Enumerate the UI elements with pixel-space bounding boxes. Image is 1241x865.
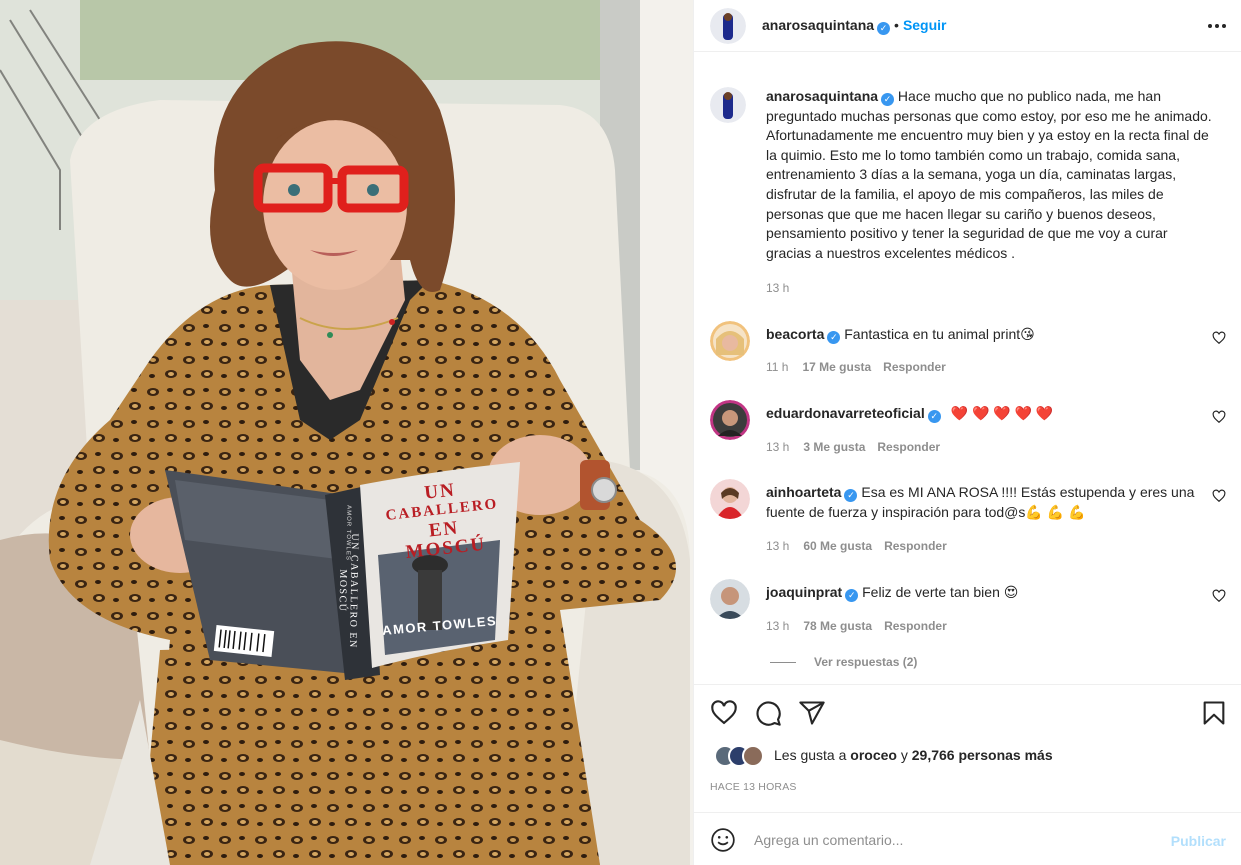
view-replies-line <box>770 661 796 663</box>
comment-content: beacorta ✓ Fantastica en tu animal print😘 <box>766 325 1206 345</box>
comment-item: ainhoarteta ✓ Esa es MI ANA ROSA !!!! Est… <box>694 479 1241 569</box>
comment-meta: 11 h 17 Me gusta Responder <box>766 360 958 374</box>
follow-button[interactable]: Seguir <box>903 17 947 33</box>
reply-button[interactable]: Responder <box>877 440 940 454</box>
like-comment-heart-icon[interactable] <box>1212 331 1226 345</box>
separator-dot: • <box>894 17 899 33</box>
post-caption: anarosaquintana ✓ Hace mucho que no publi… <box>766 87 1216 263</box>
comment-username[interactable]: beacorta <box>766 326 824 342</box>
comment-item: beacorta ✓ Fantastica en tu animal print😘… <box>694 321 1241 391</box>
comment-time[interactable]: 13 h <box>766 619 789 633</box>
comment-time[interactable]: 13 h <box>766 539 789 553</box>
view-replies-label: Ver respuestas (2) <box>814 655 918 669</box>
like-comment-heart-icon[interactable] <box>1212 410 1226 424</box>
reply-button[interactable]: Responder <box>884 539 947 553</box>
reply-button[interactable]: Responder <box>884 619 947 633</box>
comment-username[interactable]: joaquinprat <box>766 584 842 600</box>
comment-likes[interactable]: 3 Me gusta <box>803 440 865 454</box>
verified-badge-icon: ✓ <box>845 589 859 602</box>
commenter-avatar[interactable] <box>710 400 750 440</box>
view-replies-button[interactable]: Ver respuestas (2) <box>770 655 917 669</box>
likers-avatars[interactable] <box>714 745 770 769</box>
comment-item: eduardonavarreteoficial ✓ ❤️ ❤️ ❤️ ❤️ ❤️ … <box>694 400 1241 470</box>
caption-author-username[interactable]: anarosaquintana <box>766 88 878 104</box>
verified-badge-icon: ✓ <box>881 93 895 106</box>
commenter-avatar[interactable] <box>710 479 750 519</box>
share-send-icon[interactable] <box>798 699 826 727</box>
comment-username[interactable]: eduardonavarreteoficial <box>766 405 925 421</box>
comment-meta: 13 h 3 Me gusta Responder <box>766 440 952 454</box>
like-comment-heart-icon[interactable] <box>1212 589 1226 603</box>
comment-content: joaquinprat ✓ Feliz de verte tan bien 😍 <box>766 583 1206 603</box>
likes-prefix: Les gusta a <box>774 747 847 763</box>
comment-item: joaquinprat ✓ Feliz de verte tan bien 😍 1… <box>694 579 1241 679</box>
verified-badge-icon: ✓ <box>827 331 841 344</box>
comment-meta: 13 h 60 Me gusta Responder <box>766 539 959 553</box>
book-cover-title: UN CABALLERO EN MOSCÚ <box>374 475 511 564</box>
publish-button[interactable]: Publicar <box>1171 833 1226 849</box>
likes-count-link[interactable]: 29,766 personas más <box>912 747 1053 763</box>
comment-likes[interactable]: 17 Me gusta <box>802 360 871 374</box>
likes-summary: Les gusta a oroceo y 29,766 personas más <box>774 747 1053 763</box>
comment-time[interactable]: 11 h <box>766 360 788 374</box>
caption-author-avatar[interactable] <box>710 87 746 123</box>
comment-content: ainhoarteta ✓ Esa es MI ANA ROSA !!!! Est… <box>766 483 1206 522</box>
post-details-panel: anarosaquintana ✓ • Seguir anarosaquintana ✓… <box>693 0 1241 865</box>
comment-username[interactable]: ainhoarteta <box>766 484 841 500</box>
emoji-smiley-icon[interactable] <box>710 827 736 853</box>
comment-likes[interactable]: 78 Me gusta <box>803 619 872 633</box>
post-timestamp[interactable]: HACE 13 HORAS <box>710 781 797 793</box>
verified-badge-icon: ✓ <box>927 410 941 423</box>
more-options-icon[interactable] <box>1208 24 1226 28</box>
commenter-avatar[interactable] <box>710 579 750 619</box>
author-avatar[interactable] <box>710 8 746 44</box>
comment-time[interactable]: 13 h <box>766 440 789 454</box>
comment-content: eduardonavarreteoficial ✓ ❤️ ❤️ ❤️ ❤️ ❤️ <box>766 404 1206 424</box>
first-liker-username[interactable]: oroceo <box>850 747 897 763</box>
like-heart-icon[interactable] <box>710 699 738 727</box>
comment-input[interactable] <box>754 827 1154 853</box>
caption-time[interactable]: 13 h <box>766 281 789 295</box>
liker-avatar <box>742 745 764 767</box>
author-username[interactable]: anarosaquintana <box>762 17 874 33</box>
post-photo[interactable]: UN CABALLERO EN MOSCÚ AMOR TOWLES UN CAB… <box>0 0 693 865</box>
verified-badge-icon: ✓ <box>877 22 891 35</box>
comment-bubble-icon[interactable] <box>754 699 782 727</box>
post-actions: Les gusta a oroceo y 29,766 personas más… <box>694 684 1241 812</box>
likes-connector: y <box>900 747 908 763</box>
comment-text: Feliz de verte tan bien 😍 <box>862 584 1019 600</box>
save-bookmark-icon[interactable] <box>1200 699 1228 727</box>
book-spine-author: AMOR TOWLES <box>344 505 352 561</box>
verified-badge-icon: ✓ <box>844 489 858 502</box>
comments-scroll-area[interactable]: anarosaquintana ✓ Hace mucho que no publi… <box>694 53 1241 683</box>
add-comment-bar: Publicar <box>694 812 1241 865</box>
like-comment-heart-icon[interactable] <box>1212 489 1226 503</box>
caption-text: Hace mucho que no publico nada, me han p… <box>766 88 1212 261</box>
commenter-avatar[interactable] <box>710 321 750 361</box>
comment-text: ❤️ ❤️ ❤️ ❤️ ❤️ <box>950 405 1054 421</box>
reply-button[interactable]: Responder <box>883 360 946 374</box>
post-image <box>0 0 693 865</box>
post-header: anarosaquintana ✓ • Seguir <box>694 0 1241 52</box>
comment-likes[interactable]: 60 Me gusta <box>803 539 872 553</box>
comment-meta: 13 h 78 Me gusta Responder <box>766 619 959 633</box>
comment-text: Fantastica en tu animal print😘 <box>844 326 1035 342</box>
